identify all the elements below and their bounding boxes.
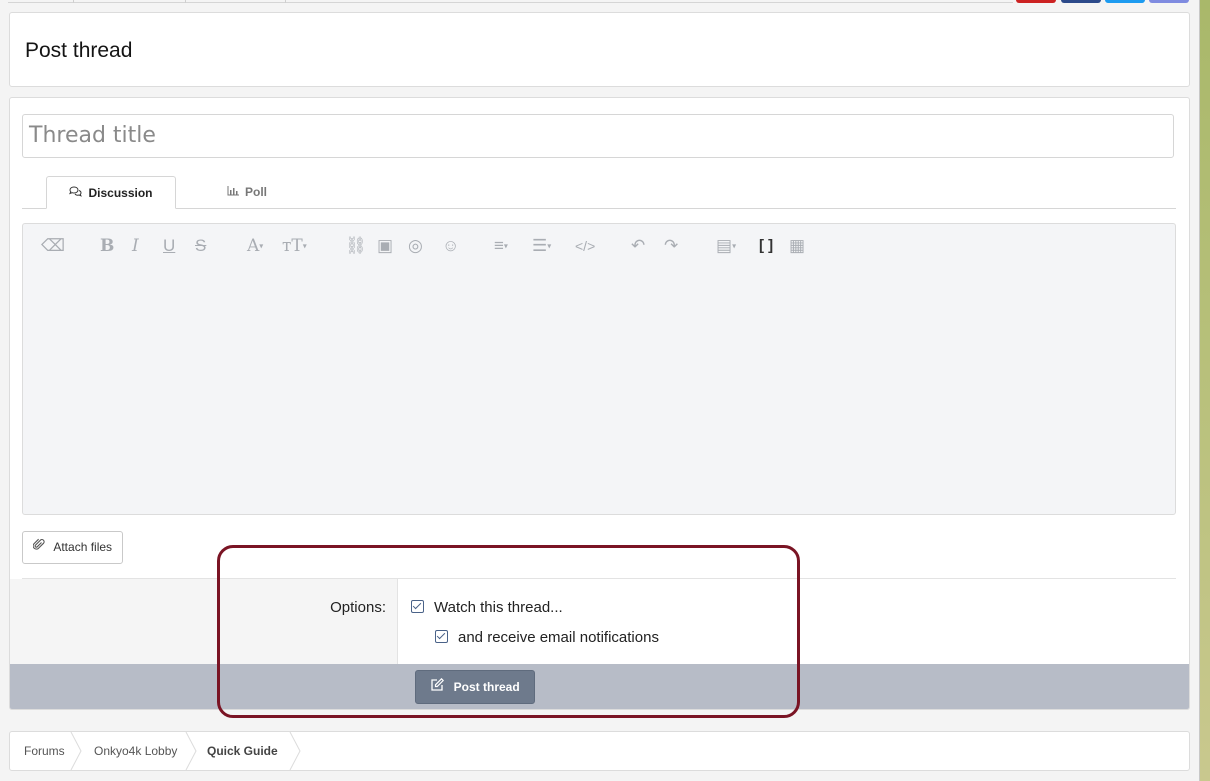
thread-title-input[interactable]: Thread title [22, 114, 1174, 158]
strikethrough-icon[interactable]: S [195, 235, 206, 257]
font-size-icon[interactable]: ᴛT▾ [282, 235, 307, 257]
share-button-facebook[interactable] [1061, 0, 1101, 3]
breadcrumb: Forums Onkyo4k Lobby Quick Guide [9, 731, 1190, 771]
bold-icon[interactable]: B [100, 235, 114, 257]
breadcrumb-forums[interactable]: Forums [24, 732, 65, 770]
top-tab-strip [8, 0, 1013, 3]
eraser-icon[interactable]: ⌫ [41, 235, 65, 257]
breadcrumb-separator-icon [70, 732, 82, 770]
breadcrumb-separator-icon [185, 732, 197, 770]
smiley-icon[interactable]: ☺ [442, 235, 459, 257]
redo-icon[interactable]: ↷ [664, 235, 678, 257]
italic-icon[interactable]: I [132, 235, 139, 257]
list-icon[interactable]: ☰▾ [532, 235, 551, 257]
comments-icon [69, 177, 83, 209]
align-icon[interactable]: ≡▾ [494, 235, 508, 257]
font-color-icon[interactable]: A▾ [247, 235, 263, 257]
page: Post thread Thread title Discussion Poll… [0, 0, 1200, 781]
undo-icon[interactable]: ↶ [631, 235, 645, 257]
page-header: Post thread [9, 12, 1190, 87]
bar-chart-icon [227, 176, 239, 208]
underline-icon[interactable]: U [163, 235, 175, 257]
link-icon[interactable]: ⛓ [345, 235, 367, 257]
spoiler-hidden-icon[interactable]: ◎ [408, 235, 423, 257]
tab-poll-label: Poll [244, 185, 267, 199]
attach-files-button[interactable]: Attach files [22, 531, 123, 564]
editor-tabs: Discussion Poll [22, 176, 1176, 209]
highlight-annotation [217, 545, 800, 718]
tab-discussion[interactable]: Discussion [46, 176, 176, 209]
share-button-youtube[interactable] [1016, 0, 1056, 3]
breadcrumb-separator-icon [289, 732, 301, 770]
breadcrumb-quick-guide[interactable]: Quick Guide [207, 732, 278, 770]
bbcode-toggle-icon[interactable]: [ ] [759, 235, 773, 257]
tab-discussion-label: Discussion [88, 186, 153, 200]
image-icon[interactable]: ▣ [377, 235, 393, 257]
code-icon[interactable]: </> [575, 235, 595, 257]
share-button-discord[interactable] [1149, 0, 1189, 3]
draft-save-icon[interactable]: ▤▾ [716, 235, 736, 257]
paperclip-icon [32, 538, 48, 554]
attach-files-label: Attach files [53, 540, 113, 554]
share-button-twitter[interactable] [1105, 0, 1145, 3]
breadcrumb-onkyo4k-lobby[interactable]: Onkyo4k Lobby [94, 732, 177, 770]
media-gallery-icon[interactable]: ▦ [789, 235, 805, 257]
page-title: Post thread [25, 39, 133, 62]
message-editor[interactable]: ⌫ B I U S A▾ ᴛT▾ ⛓ ▣ ◎ ☺ ≡▾ ☰▾ </> ↶ ↷ ▤… [22, 223, 1176, 515]
tab-poll[interactable]: Poll [207, 176, 287, 208]
